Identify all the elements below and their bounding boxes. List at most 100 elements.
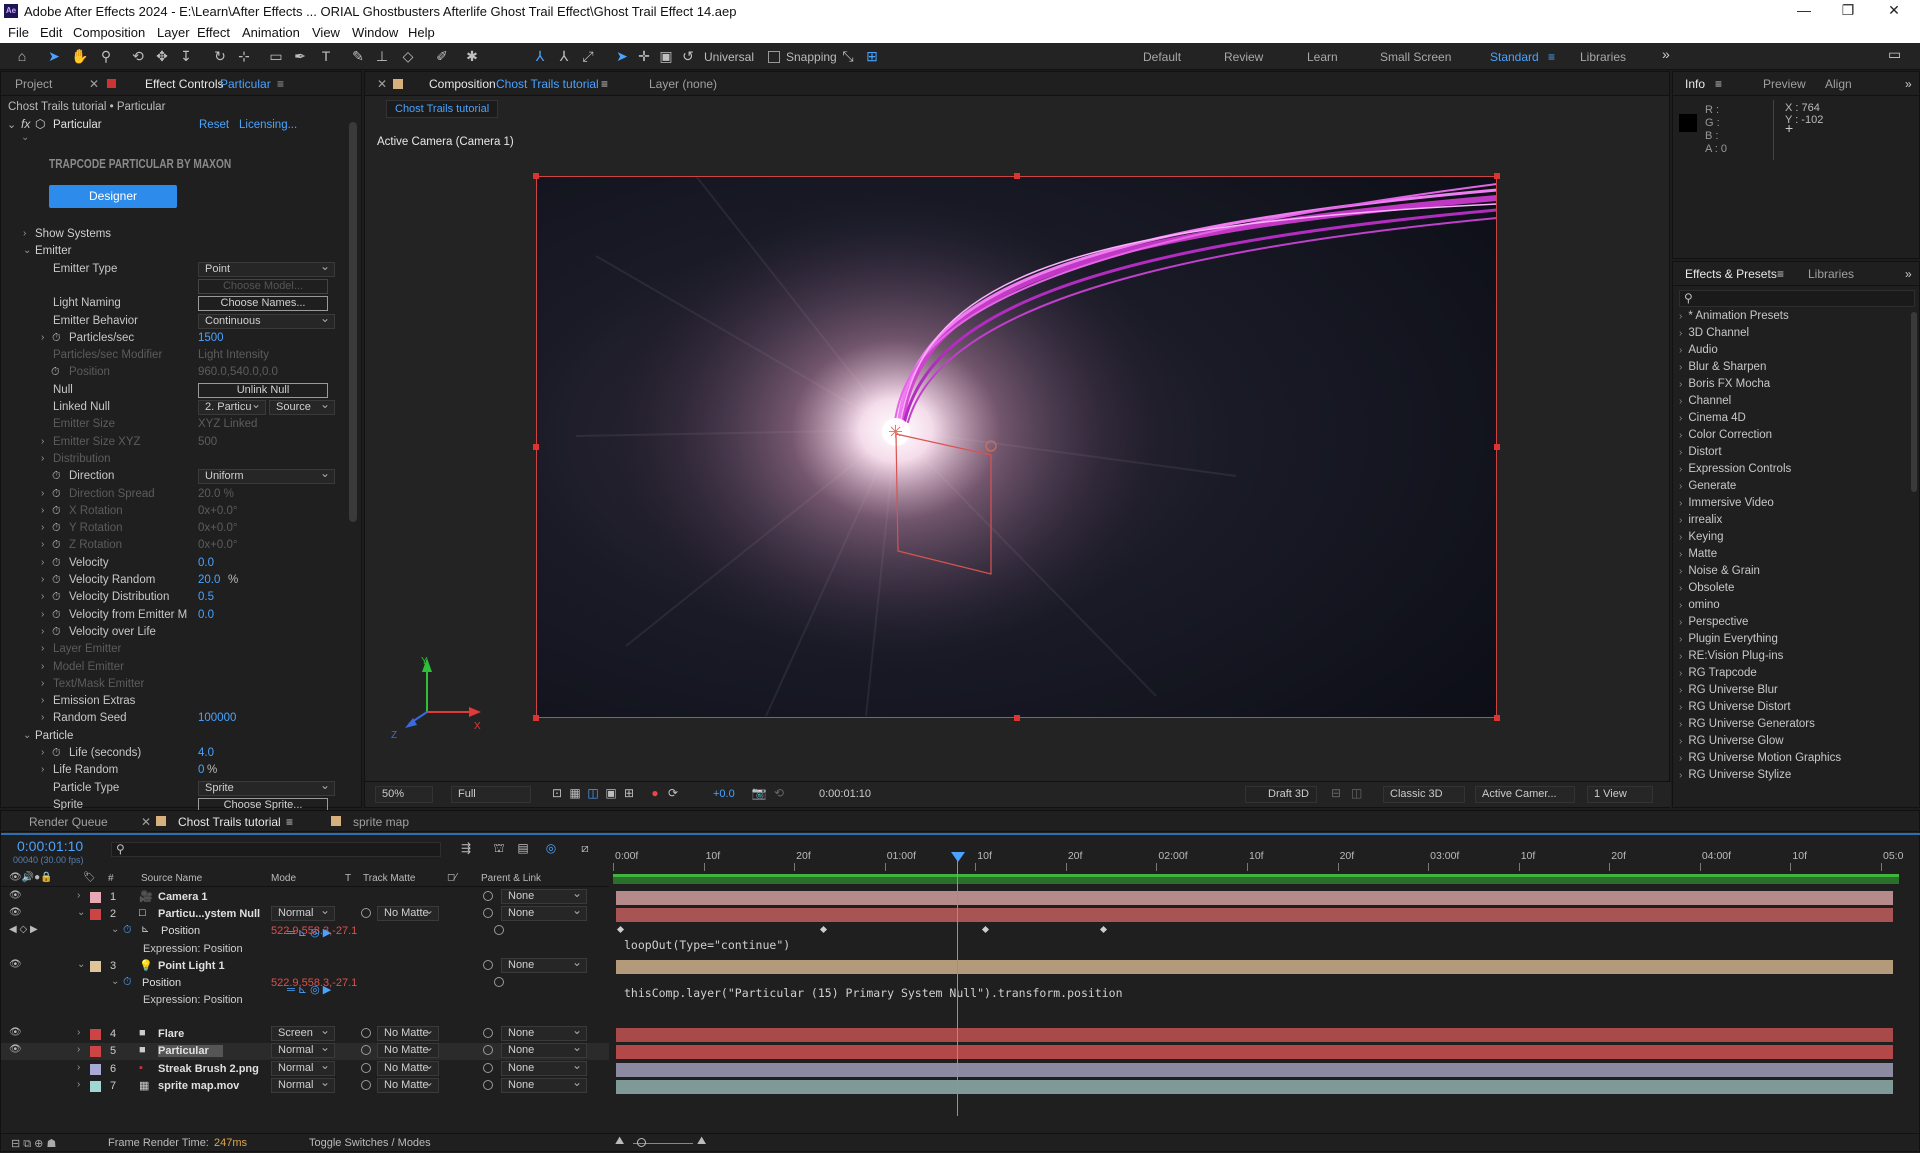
workspace-overflow-icon[interactable]: » xyxy=(1662,46,1670,62)
composition-flowchart-icon[interactable]: ⇶ xyxy=(456,839,476,857)
effect-row-light-naming[interactable]: Light Naming Choose Names... xyxy=(1,296,341,313)
maximize-button[interactable]: ❐ xyxy=(1828,2,1868,22)
layer-duration-bar[interactable] xyxy=(616,908,1893,923)
effect-category-color-correction[interactable]: › Color Correction xyxy=(1679,429,1772,441)
chevron-right-icon[interactable]: › xyxy=(41,574,44,585)
pen-tool-icon[interactable]: ✒ xyxy=(290,47,310,65)
effect-controls-scrollbar[interactable] xyxy=(349,122,357,522)
transparency-grid-icon[interactable]: ▦ xyxy=(565,784,585,802)
designer-button[interactable]: Designer xyxy=(49,185,177,208)
effect-value[interactable]: 0.0 xyxy=(198,557,214,569)
camera-view-dropdown[interactable]: Active Camer... xyxy=(1475,786,1575,803)
parent-pickwhip-icon[interactable] xyxy=(483,1062,493,1073)
layer-name[interactable]: sprite map.mov xyxy=(158,1080,239,1092)
type-tool-icon[interactable]: T xyxy=(316,47,336,65)
stopwatch-icon[interactable]: ⏱ xyxy=(52,591,61,604)
parent-pickwhip-icon[interactable] xyxy=(483,1028,493,1039)
eye-icon[interactable]: 👁 xyxy=(9,1027,22,1038)
expression-pickwhip-icon[interactable] xyxy=(494,925,504,936)
renderer-dropdown[interactable]: Classic 3D xyxy=(1383,786,1465,803)
effect-button-unlink-null[interactable]: Unlink Null xyxy=(198,382,328,398)
effect-value[interactable]: 1500 xyxy=(198,332,224,344)
universal-select-icon[interactable]: ➤ xyxy=(612,47,632,65)
layer-name[interactable]: Point Light 1 xyxy=(158,960,225,972)
brush-tool-icon[interactable]: ✎ xyxy=(348,47,368,65)
chevron-down-icon[interactable]: ⌄ xyxy=(23,245,31,256)
reset-exposure-icon[interactable]: ⟳ xyxy=(663,784,683,802)
layer-name[interactable]: Particu...ystem Null xyxy=(158,908,260,920)
effect-category-rg-universe-distort[interactable]: › RG Universe Distort xyxy=(1679,701,1791,713)
viewer-grid-icon[interactable]: ◫ xyxy=(1351,786,1362,800)
resolution-dropdown[interactable]: Full xyxy=(451,786,531,803)
chevron-right-icon[interactable]: › xyxy=(41,591,44,602)
effect-button-choose-names[interactable]: Choose Names... xyxy=(198,296,328,312)
workspace-review[interactable]: Review xyxy=(1224,50,1263,64)
zoom-tool-icon[interactable]: ⚲ xyxy=(96,47,116,65)
layer-name[interactable]: Camera 1 xyxy=(158,891,208,903)
eye-icon[interactable]: 👁 xyxy=(9,907,22,918)
track-matte-dropdown[interactable]: No Matte xyxy=(377,1024,439,1042)
menu-help[interactable]: Help xyxy=(408,25,435,40)
keyframe-marker[interactable] xyxy=(819,926,828,934)
minimize-button[interactable]: — xyxy=(1784,2,1824,22)
effect-category-rg-universe-generators[interactable]: › RG Universe Generators xyxy=(1679,718,1815,730)
label-color[interactable] xyxy=(90,909,101,921)
effect-row-particle-type[interactable]: Particle Type Sprite xyxy=(1,779,341,798)
layer-row-2[interactable]: 👁 ⌄ 2 □ Particu...ystem Null Normal No Matte No… xyxy=(1,904,609,923)
layer-name[interactable]: Particular xyxy=(158,1045,223,1058)
stopwatch-icon[interactable]: ⏱ xyxy=(52,574,61,587)
chevron-right-icon[interactable]: › xyxy=(41,626,44,637)
chevron-right-icon[interactable]: › xyxy=(41,557,44,568)
layer-row-4[interactable]: 👁 › 4 ■ Flare Screen No Matte None xyxy=(1,1024,609,1043)
menu-effect[interactable]: Effect xyxy=(197,25,230,40)
effect-category-rg-universe-blur[interactable]: › RG Universe Blur xyxy=(1679,684,1778,696)
tab-render-queue[interactable]: Render Queue xyxy=(29,815,108,829)
tab-composition-name[interactable]: Chost Trails tutorial xyxy=(496,77,599,91)
pan-camera-icon[interactable]: ✥ xyxy=(152,47,172,65)
expression-text[interactable]: loopOut(Type="continue") xyxy=(624,938,790,952)
chevron-right-icon[interactable]: › xyxy=(41,539,44,550)
track-matte-dropdown[interactable]: No Matte xyxy=(377,904,439,922)
keyframe-marker[interactable] xyxy=(1099,926,1108,934)
workspace-menu-icon[interactable]: ≡ xyxy=(1548,50,1555,64)
layer-duration-bar[interactable] xyxy=(616,891,1893,905)
effect-category-matte[interactable]: › Matte xyxy=(1679,548,1717,560)
chevron-right-icon[interactable]: › xyxy=(77,1079,80,1090)
chevron-right-icon[interactable]: › xyxy=(77,1062,80,1073)
close-tab-icon[interactable]: ✕ xyxy=(377,77,387,91)
chevron-right-icon[interactable]: › xyxy=(41,332,44,343)
layer-row-3[interactable]: 👁 ⌄ 3 💡 Point Light 1 None xyxy=(1,956,609,975)
roto-brush-icon[interactable]: ✐ xyxy=(432,47,452,65)
stopwatch-icon[interactable]: ⏱ xyxy=(52,626,61,639)
source-name-header[interactable]: Source Name xyxy=(141,873,202,884)
toggle-switches-button[interactable]: Toggle Switches / Modes xyxy=(309,1137,431,1149)
effect-row-emitter-behavior[interactable]: Emitter Behavior Continuous xyxy=(1,312,341,331)
effect-value[interactable]: 0.0 xyxy=(198,609,214,621)
rectangle-tool-icon[interactable]: ▭ xyxy=(266,47,286,65)
matte-pickwhip-icon[interactable] xyxy=(361,908,371,919)
keyframe-marker[interactable] xyxy=(981,926,990,934)
effect-category-perspective[interactable]: › Perspective xyxy=(1679,616,1748,628)
chevron-right-icon[interactable]: › xyxy=(41,522,44,533)
effect-category-distort[interactable]: › Distort xyxy=(1679,446,1722,458)
chevron-right-icon[interactable]: › xyxy=(41,661,44,672)
panel-menu-icon[interactable]: ≡ xyxy=(286,815,293,829)
playhead-handle[interactable] xyxy=(951,852,965,862)
mode-dropdown[interactable]: Normal xyxy=(271,1041,335,1059)
frame-blending-icon[interactable]: ▤ xyxy=(513,839,533,857)
layer-row-7[interactable]: › 7 ▦ sprite map.mov Normal No Matte None xyxy=(1,1076,609,1095)
effect-category-3d-channel[interactable]: › 3D Channel xyxy=(1679,327,1749,339)
eye-icon[interactable]: 👁 xyxy=(9,890,22,901)
stopwatch-icon[interactable]: ⏱ xyxy=(52,747,61,760)
chevron-down-icon[interactable]: ⌄ xyxy=(77,959,85,970)
home-icon[interactable]: ⌂ xyxy=(12,47,32,65)
work-area-bar[interactable] xyxy=(613,874,1899,884)
chevron-right-icon[interactable]: › xyxy=(41,678,44,689)
effect-dropdown-secondary[interactable]: Source xyxy=(269,398,335,415)
chevron-right-icon[interactable]: › xyxy=(41,747,44,758)
panel-overflow-icon[interactable]: » xyxy=(1905,267,1912,281)
effect-dropdown[interactable]: 2. Particu xyxy=(198,398,266,415)
chevron-right-icon[interactable]: › xyxy=(77,1027,80,1038)
effect-category-blur-sharpen[interactable]: › Blur & Sharpen xyxy=(1679,361,1766,373)
parent-dropdown[interactable]: None xyxy=(501,956,587,973)
